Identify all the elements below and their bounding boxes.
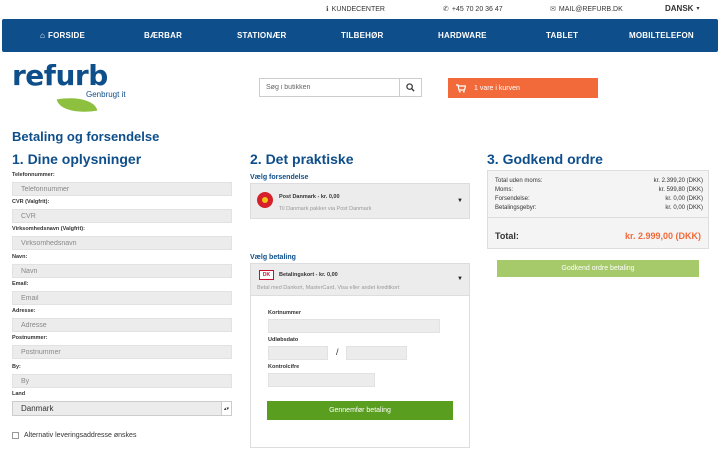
post-danmark-logo — [257, 192, 273, 208]
email-label: Email: — [12, 281, 29, 287]
cvr-label: CVR (Valgfrit): — [12, 199, 50, 205]
shipping-select[interactable]: Post Danmark - kr. 0,00 Til Danmark pakk… — [250, 183, 470, 219]
summary-row: Forsendelse: kr. 0,00 (DKK) — [495, 196, 703, 202]
nav-item-mobiltelefon[interactable]: MOBILTELEFON — [629, 31, 694, 40]
city-field[interactable] — [12, 374, 232, 388]
site-logo[interactable]: refurb Genbrugt it — [12, 59, 126, 118]
payment-label: Vælg betaling — [250, 254, 296, 261]
search-input[interactable] — [260, 79, 400, 96]
alt-address-checkbox[interactable] — [12, 432, 19, 439]
card-number-field[interactable] — [268, 319, 440, 333]
nav-item-baerbar[interactable]: BÆRBAR — [144, 31, 182, 40]
payment-select[interactable]: DK Betalingskort - kr. 0,00 Betal med Da… — [250, 263, 470, 296]
summary-row: Betalingsgebyr: kr. 0,00 (DKK) — [495, 205, 703, 211]
page-title: Betaling og forsendelse — [12, 129, 160, 144]
shipping-title: Post Danmark - kr. 0,00 — [279, 194, 340, 200]
summary-row: Total uden moms: kr. 2.399,20 (DKK) — [495, 178, 703, 184]
main-nav: ⌂ FORSIDE BÆRBAR STATIONÆR TILBEHØR HARDW… — [2, 19, 718, 52]
cart-icon — [456, 83, 466, 93]
search-icon — [406, 83, 415, 92]
search-button[interactable] — [399, 79, 421, 96]
address-field[interactable] — [12, 318, 232, 332]
complete-payment-button[interactable]: Gennemfør betaling — [267, 401, 453, 420]
company-field[interactable] — [12, 236, 232, 250]
cvr-field[interactable] — [12, 209, 232, 223]
phone-icon: ✆ — [443, 6, 449, 13]
search-box — [259, 78, 422, 97]
dankort-logo: DK — [259, 270, 274, 280]
logo-wordmark: refurb — [12, 59, 108, 92]
caret-down-icon: ▼ — [457, 198, 463, 204]
total-label: Total: — [495, 231, 519, 241]
mail-icon: ✉ — [550, 6, 556, 13]
cart-button[interactable]: 1 vare i kurven — [448, 78, 598, 98]
postcode-field[interactable] — [12, 345, 232, 359]
cvc-field[interactable] — [268, 373, 375, 387]
shipping-label: Vælg forsendelse — [250, 174, 309, 181]
nav-item-forside[interactable]: ⌂ FORSIDE — [40, 31, 85, 40]
caret-down-icon: ▼ — [457, 276, 463, 282]
email-field[interactable] — [12, 291, 232, 305]
total-value: kr. 2.999,00 (DKK) — [624, 231, 701, 241]
name-label: Navn: — [12, 254, 28, 260]
phone-label: Telefonnummer: — [12, 172, 55, 178]
kundecenter-label: KUNDECENTER — [331, 5, 385, 13]
card-form-panel: Kortnummer Udløbsdato / Kontrolcifre — [250, 296, 470, 448]
approve-order-button[interactable]: Godkend ordre betaling — [497, 260, 699, 277]
home-icon: ⌂ — [40, 31, 46, 40]
payment-title: Betalingskort - kr. 0,00 — [279, 272, 338, 278]
expiry-month-field[interactable] — [268, 346, 328, 360]
shipping-desc: Til Danmark pakker via Post Danmark — [279, 206, 372, 212]
payment-desc: Betal med Dankort, MasterCard, Visa elle… — [257, 285, 400, 291]
phone-field[interactable] — [12, 182, 232, 196]
nav-item-tilbehoer[interactable]: TILBEHØR — [341, 31, 384, 40]
postcode-label: Postnummer: — [12, 335, 48, 341]
expiry-label: Udløbsdato — [268, 337, 299, 343]
cart-label: 1 vare i kurven — [474, 84, 520, 92]
nav-item-hardware[interactable]: HARDWARE — [438, 31, 487, 40]
language-label: DANSK — [665, 4, 694, 13]
company-label: Virksomhedsnavn (Valgfrit): — [12, 226, 85, 232]
nav-item-stationaer[interactable]: STATIONÆR — [237, 31, 287, 40]
info-icon: ℹ — [326, 6, 329, 13]
logo-tagline: Genbrugt it — [86, 90, 126, 99]
chevron-down-icon: ▾ — [696, 6, 700, 12]
card-number-label: Kortnummer — [268, 310, 302, 316]
phone-number: +45 70 20 36 47 — [451, 5, 503, 13]
step-1-heading: 1. Dine oplysninger — [12, 151, 142, 167]
select-arrows-icon: ▴▾ — [221, 402, 231, 415]
kundecenter-link[interactable]: ℹ KUNDECENTER — [326, 5, 385, 14]
summary-divider — [488, 217, 708, 218]
alt-address-option[interactable]: Alternativ leveringsaddresse ønskes — [12, 432, 136, 439]
alt-address-label: Alternativ leveringsaddresse ønskes — [24, 432, 137, 439]
city-label: By: — [12, 364, 21, 370]
name-field[interactable] — [12, 264, 232, 278]
expiry-separator: / — [336, 347, 339, 357]
phone-link[interactable]: ✆ +45 70 20 36 47 — [443, 5, 503, 14]
language-selector[interactable]: DANSK ▾ — [665, 4, 699, 13]
country-label: Land — [12, 391, 26, 397]
email-address: MAIL@REFURB.DK — [558, 5, 623, 13]
country-value: Danmark — [21, 404, 54, 413]
expiry-year-field[interactable] — [346, 346, 407, 360]
step-2-heading: 2. Det praktiske — [250, 151, 354, 167]
country-select[interactable]: Danmark ▴▾ — [12, 401, 232, 416]
address-label: Adresse: — [12, 308, 36, 314]
step-3-heading: 3. Godkend ordre — [487, 151, 603, 167]
summary-row: Moms: kr. 599,80 (DKK) — [495, 187, 703, 193]
cvc-label: Kontrolcifre — [268, 364, 300, 370]
nav-item-tablet[interactable]: TABLET — [546, 31, 578, 40]
order-summary: Total uden moms: kr. 2.399,20 (DKK) Moms:… — [487, 170, 709, 249]
email-link[interactable]: ✉ MAIL@REFURB.DK — [550, 5, 623, 14]
top-utility-bar: ℹ KUNDECENTER ✆ +45 70 20 36 47 ✉ MAIL@R… — [0, 0, 720, 18]
